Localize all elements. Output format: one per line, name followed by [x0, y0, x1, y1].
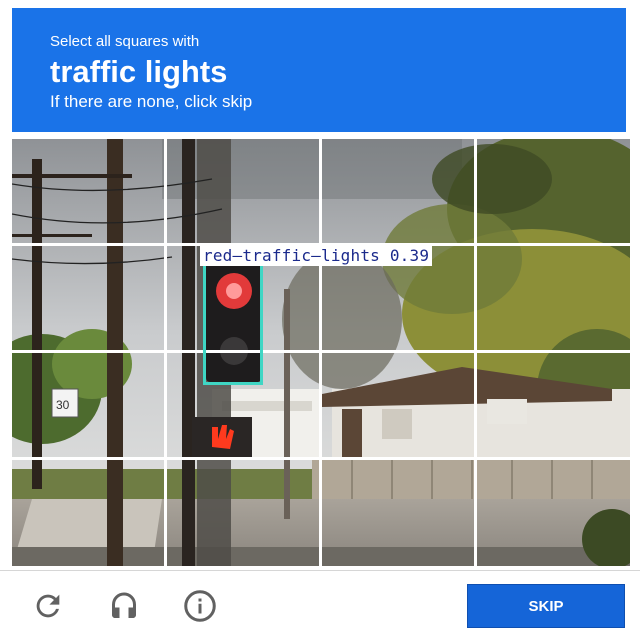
grid-divider — [12, 350, 630, 353]
grid-tile[interactable] — [477, 353, 630, 457]
grid-tile[interactable] — [477, 139, 630, 243]
instruction-post: If there are none, click skip — [50, 92, 253, 111]
detection-bounding-box — [203, 251, 263, 385]
grid-tile[interactable] — [12, 246, 165, 350]
grid-tile[interactable] — [12, 139, 165, 243]
grid-tile[interactable] — [477, 246, 630, 350]
grid-tile[interactable] — [167, 139, 320, 243]
grid-tile[interactable] — [12, 460, 165, 566]
grid-divider — [12, 457, 630, 460]
instruction-pre: Select all squares with — [50, 33, 200, 50]
grid-tile[interactable] — [322, 139, 475, 243]
skip-button[interactable]: SKIP — [467, 584, 625, 628]
challenge-header: Select all squares with traffic lights I… — [12, 8, 626, 132]
image-grid: 30 red—traffic—lights 0.39 — [12, 139, 630, 566]
grid-tile[interactable] — [12, 353, 165, 457]
captcha-widget: Select all squares with traffic lights I… — [0, 0, 640, 640]
captcha-footer: SKIP — [0, 571, 640, 640]
audio-headphones-icon[interactable] — [106, 588, 142, 624]
grid-tile[interactable] — [322, 460, 475, 566]
grid-tile[interactable] — [322, 353, 475, 457]
grid-tile[interactable] — [477, 460, 630, 566]
reload-icon[interactable] — [30, 588, 66, 624]
info-icon[interactable] — [182, 588, 218, 624]
target-object: traffic lights — [50, 54, 228, 89]
detection-label: red—traffic—lights 0.39 — [200, 246, 433, 266]
grid-tile[interactable] — [167, 460, 320, 566]
